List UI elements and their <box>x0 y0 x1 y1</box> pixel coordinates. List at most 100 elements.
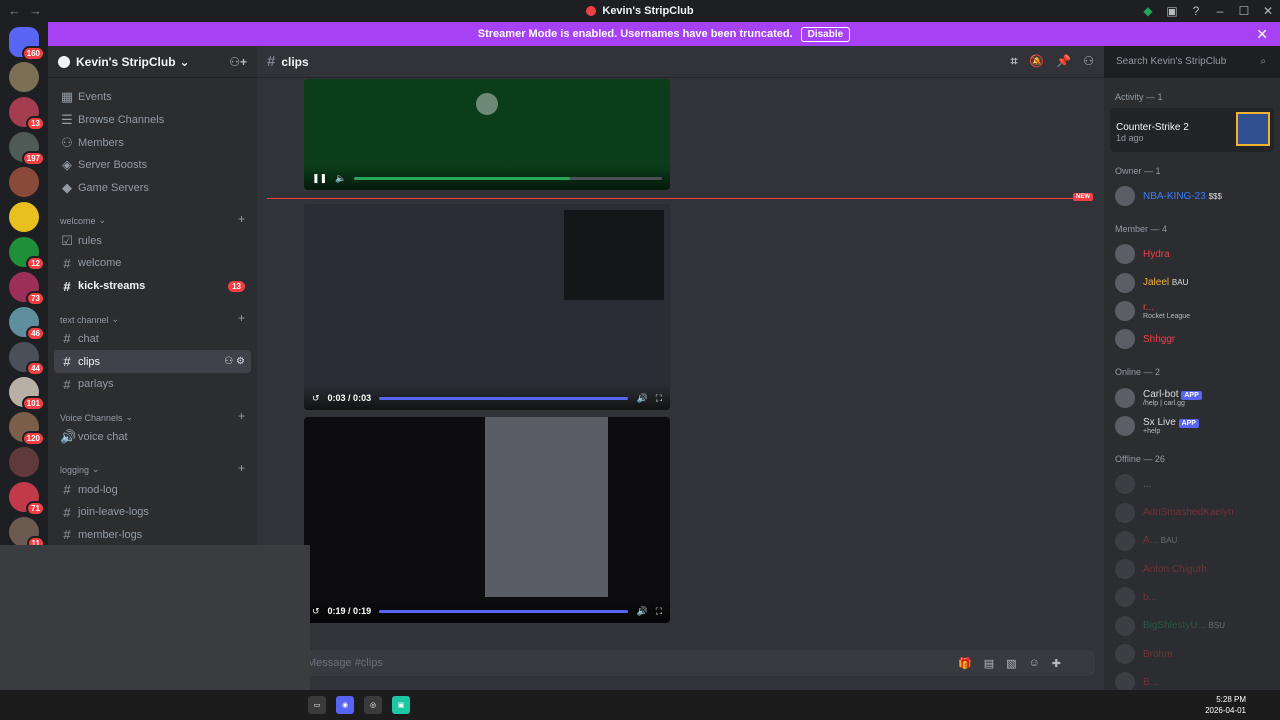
add-channel-icon[interactable]: + <box>238 212 245 226</box>
sticker-icon[interactable]: ▧ <box>1006 657 1016 670</box>
server-icon[interactable]: 71 <box>9 482 45 516</box>
channel-mod-log[interactable]: # mod-log <box>54 478 251 501</box>
server-icon[interactable]: 11 <box>9 517 45 551</box>
emoji-icon[interactable]: ☺ <box>1029 657 1040 670</box>
member-item[interactable]: NBA-KING-23 $$$ <box>1110 182 1274 210</box>
nav-arrows[interactable]: ←→ <box>8 3 50 18</box>
gif-icon[interactable]: ▤ <box>984 657 994 670</box>
video-player[interactable]: ↺ 0:03 / 0:03 🔊 ⛶ <box>304 204 670 410</box>
minimize-button[interactable]: – <box>1208 4 1232 18</box>
member-item[interactable]: Brohm <box>1110 640 1274 668</box>
channel-welcome[interactable]: # welcome <box>54 252 251 275</box>
member-item[interactable]: Carl-bot APP/help | carl.gg <box>1110 383 1274 411</box>
add-channel-icon[interactable]: + <box>238 461 245 475</box>
close-window-button[interactable]: ✕ <box>1256 4 1280 18</box>
server-icon[interactable] <box>9 62 39 92</box>
server-icon[interactable]: 46 <box>9 307 45 341</box>
fullscreen-icon[interactable]: ⛶ <box>656 393 662 404</box>
member-item[interactable]: Shhggr <box>1110 325 1274 353</box>
app-icon[interactable]: ◎ <box>364 696 382 714</box>
threads-icon[interactable]: ⌗ <box>1011 54 1018 69</box>
channel-clips[interactable]: # clips ⚇ ⚙ <box>54 350 251 373</box>
maximize-button[interactable]: ☐ <box>1232 4 1256 18</box>
member-item[interactable]: r... Rocket League <box>1110 297 1274 325</box>
apps-icon[interactable]: ✚ <box>1052 657 1061 670</box>
sidebar-item-events[interactable]: ▦ Events <box>54 86 251 109</box>
fullscreen-icon[interactable]: ⛶ <box>656 606 662 617</box>
member-item[interactable]: BigShlestyU... BSU <box>1110 612 1274 640</box>
add-channel-icon[interactable]: + <box>238 409 245 423</box>
server-header[interactable]: Kevin's StripClub ⌄ ⚇+ <box>48 46 257 78</box>
seek-bar[interactable] <box>354 176 662 180</box>
server-icon[interactable]: 160 <box>9 27 45 61</box>
pin-icon[interactable]: 📌 <box>1056 54 1071 69</box>
sidebar-item-browse-channels[interactable]: ☰ Browse Channels <box>54 109 251 132</box>
nitro-icon[interactable]: ◆ <box>1136 4 1160 18</box>
channel-settings-icon[interactable]: ⚇ ⚙ <box>224 356 245 367</box>
activity-card[interactable]: Counter-Strike 2 1d ago <box>1110 108 1274 152</box>
help-icon[interactable]: ? <box>1184 4 1208 18</box>
streaming-app-icon[interactable]: ▣ <box>392 696 410 714</box>
video-frame <box>564 210 664 300</box>
replay-icon[interactable]: ↺ <box>312 393 320 404</box>
video-player[interactable]: ↺ 0:19 / 0:19 🔊 ⛶ <box>304 417 670 623</box>
member-item[interactable]: Hydra <box>1110 240 1274 268</box>
category-header[interactable]: logging ⌄ + <box>54 456 251 478</box>
play-icon[interactable] <box>476 93 498 115</box>
banner-text: Streamer Mode is enabled. Usernames have… <box>477 28 793 40</box>
category-header[interactable]: Voice Channels ⌄ + <box>54 404 251 426</box>
member-item[interactable]: Sx Live APP +help <box>1110 412 1274 440</box>
volume-icon[interactable]: 🔈 <box>335 173 346 184</box>
channel-parlays[interactable]: # parlays <box>54 373 251 396</box>
server-icon[interactable] <box>9 202 39 232</box>
member-item[interactable]: ... <box>1110 470 1274 498</box>
file-explorer-icon[interactable]: ▭ <box>308 696 326 714</box>
channel-member-logs[interactable]: # member-logs <box>54 524 251 547</box>
volume-icon[interactable]: 🔊 <box>636 393 647 404</box>
video-player[interactable]: ❚❚ 🔈 <box>304 79 670 190</box>
volume-icon[interactable]: 🔊 <box>636 606 647 617</box>
server-icon[interactable]: 12 <box>9 237 45 271</box>
seek-bar[interactable] <box>379 396 629 400</box>
server-icon[interactable] <box>9 447 39 477</box>
add-channel-icon[interactable]: + <box>238 311 245 325</box>
gift-icon[interactable]: 🎁 <box>958 657 972 670</box>
category-header[interactable]: text channel ⌄ + <box>54 306 251 328</box>
seek-bar[interactable] <box>379 609 629 613</box>
server-icon[interactable]: 197 <box>9 132 45 166</box>
server-icon[interactable]: 101 <box>9 377 45 411</box>
message-list[interactable]: ❚❚ 🔈 NEW ↺ 0:03 / 0:03 🔊 ⛶ ↺ 0:19 / 0:19 <box>257 79 1104 659</box>
channel-kick-streams[interactable]: # kick-streams 13 <box>54 275 251 298</box>
pause-icon[interactable]: ❚❚ <box>312 173 327 184</box>
server-icon[interactable]: 44 <box>9 342 45 376</box>
member-list-icon[interactable]: ⚇ <box>1083 54 1094 69</box>
disable-button[interactable]: Disable <box>800 26 851 42</box>
server-icon[interactable]: 13 <box>9 97 45 131</box>
sidebar-item-members[interactable]: ⚇ Members <box>54 131 251 154</box>
member-item[interactable]: Anton Chigurh <box>1110 555 1274 583</box>
notification-bell-icon[interactable]: 🔕 <box>1029 54 1044 69</box>
member-name: Hydra <box>1143 248 1170 260</box>
channel-chat[interactable]: # chat <box>54 328 251 351</box>
message-input[interactable]: Message #clips 🎁 ▤ ▧ ☺ ✚ <box>273 650 1095 676</box>
replay-icon[interactable]: ↺ <box>312 606 320 617</box>
sidebar-item-server-boosts[interactable]: ◈ Server Boosts <box>54 154 251 177</box>
channel-voice chat[interactable]: 🔊 voice chat <box>54 426 251 449</box>
search-input[interactable]: Search Kevin's StripClub ⌕ <box>1110 52 1272 72</box>
channel-join-leave-logs[interactable]: # join-leave-logs <box>54 501 251 524</box>
server-icon[interactable] <box>9 167 39 197</box>
server-icon[interactable]: 120 <box>9 412 45 446</box>
server-icon[interactable]: 73 <box>9 272 45 306</box>
invite-icon[interactable]: ⚇+ <box>229 55 247 69</box>
member-item[interactable]: b... <box>1110 583 1274 611</box>
member-item[interactable]: Jaleel BAU <box>1110 269 1274 297</box>
category-header[interactable]: welcome ⌄ + <box>54 207 251 229</box>
member-info: r... Rocket League <box>1143 302 1190 320</box>
member-item[interactable]: A... BAU <box>1110 527 1274 555</box>
sidebar-item-game-servers[interactable]: ◆ Game Servers <box>54 177 251 200</box>
discord-icon[interactable]: ◉ <box>336 696 354 714</box>
channel-rules[interactable]: ☑ rules <box>54 229 251 252</box>
inbox-icon[interactable]: ▣ <box>1160 4 1184 18</box>
member-item[interactable]: AdnSmashedKaelyn <box>1110 498 1274 526</box>
close-icon[interactable]: ✕ <box>1256 26 1268 43</box>
